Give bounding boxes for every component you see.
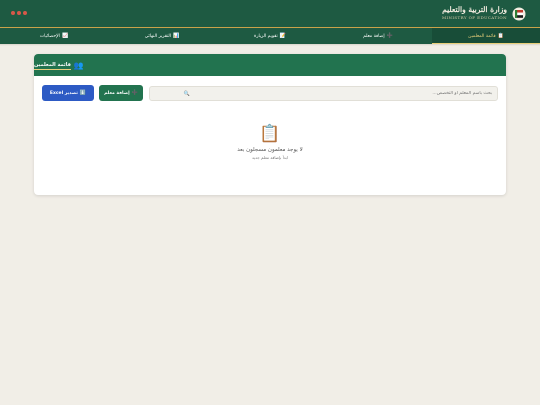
nav-label: التقرير النهائي — [144, 33, 172, 39]
dot-icon — [11, 11, 15, 15]
ministry-name-en: MINISTRY OF EDUCATION — [442, 15, 507, 20]
app-header: وزارة التربية والتعليم MINISTRY OF EDUCA… — [0, 0, 540, 27]
nav-statistics[interactable]: 📈 الإحصائيات — [0, 28, 108, 44]
clipboard-icon: 📋 — [259, 124, 281, 144]
memo-icon: 📝 — [279, 32, 287, 39]
dot-icon — [23, 11, 27, 15]
card-header: 👥 قائمة المعلمين — [34, 54, 506, 76]
add-teacher-button[interactable]: ➕ إضافة معلم — [99, 85, 143, 101]
bar-chart-icon: 📊 — [173, 32, 180, 39]
empty-state: 📋 لا يوجد معلمون مسجلون بعد ابدأ بإضافة … — [34, 124, 506, 160]
users-icon: 👥 — [73, 60, 84, 70]
export-excel-button[interactable]: ⬇️ تصدير Excel — [42, 85, 94, 101]
plus-icon: ➕ — [386, 32, 393, 39]
toolbar: 🔍 ➕ إضافة معلم ⬇️ تصدير Excel — [42, 85, 498, 101]
nav-final-report[interactable]: 📊 التقرير النهائي — [108, 28, 216, 44]
search-icon: 🔍 — [183, 90, 190, 97]
teacher-list-card: 👥 قائمة المعلمين 🔍 ➕ إضافة معلم ⬇️ تصدير… — [34, 54, 506, 195]
nav-teacher-list[interactable]: 📋 قائمة المعلمين — [432, 28, 540, 44]
nav-label: تقويم الزيارة — [253, 33, 278, 39]
clipboard-icon: 📋 — [497, 32, 504, 39]
card-title: قائمة المعلمين — [34, 61, 71, 70]
add-teacher-label: إضافة معلم — [104, 90, 130, 96]
plus-icon: ➕ — [131, 90, 138, 96]
nav-add-teacher[interactable]: ➕ إضافة معلم — [324, 28, 432, 44]
nav-label: الإحصائيات — [39, 33, 60, 39]
empty-state-subtitle: ابدأ بإضافة معلم جديد — [251, 155, 289, 160]
main-nav: 📋 قائمة المعلمين ➕ إضافة معلم 📝 تقويم ال… — [0, 28, 540, 44]
empty-state-title: لا يوجد معلمون مسجلون بعد — [237, 147, 303, 153]
search-box[interactable]: 🔍 — [149, 86, 498, 101]
nav-shadow — [0, 44, 540, 46]
flag-emblem-icon — [512, 7, 526, 21]
search-input[interactable] — [192, 91, 492, 96]
chart-trend-icon: 📈 — [61, 32, 69, 39]
window-dots — [11, 11, 27, 15]
ministry-name-ar: وزارة التربية والتعليم — [442, 5, 507, 14]
dot-icon — [17, 11, 21, 15]
nav-label: إضافة معلم — [363, 33, 385, 39]
nav-label: قائمة المعلمين — [468, 33, 496, 39]
nav-visit-evaluation[interactable]: 📝 تقويم الزيارة — [216, 28, 324, 44]
download-icon: ⬇️ — [79, 90, 87, 96]
export-label: تصدير Excel — [49, 90, 78, 96]
